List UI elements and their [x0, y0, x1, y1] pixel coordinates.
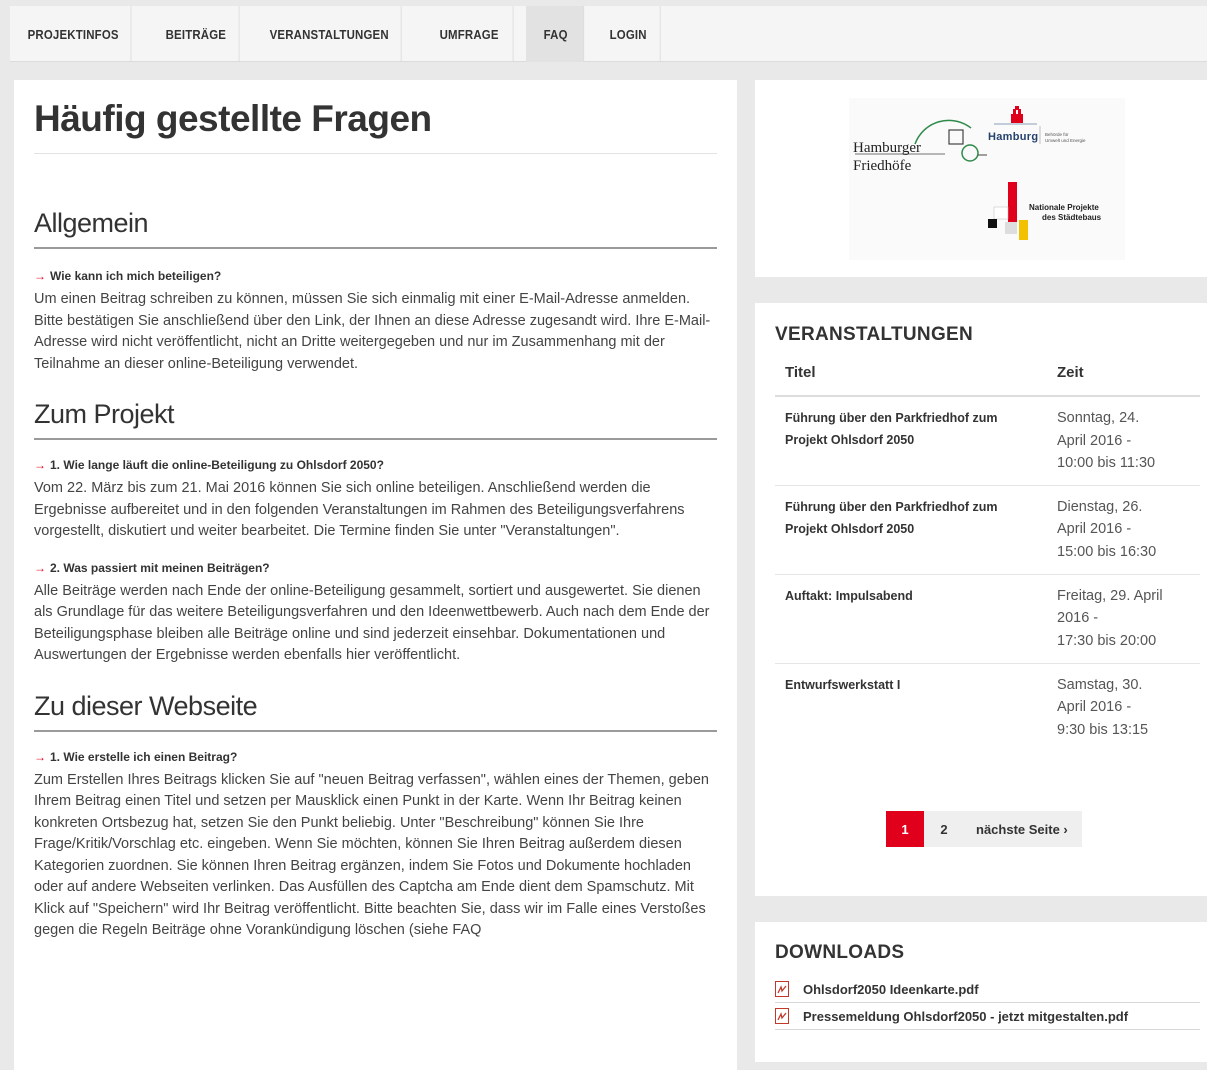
event-time: Dienstag, 26. April 2016 -15:00 bis 16:30 — [1047, 485, 1200, 575]
arrow-right-icon: → — [34, 560, 46, 575]
partner-logos: Hamburger Friedhöfe Hamburg Behörde für … — [849, 98, 1125, 260]
nationale-text-line1: Nationale Projekte — [1029, 203, 1099, 212]
events-box: VERANSTALTUNGEN Titel Zeit Führung über … — [755, 303, 1207, 896]
event-time: Samstag, 30. April 2016 -9:30 bis 13:15 — [1057, 676, 1149, 738]
friedhoefe-text-line2: Friedhöfe — [853, 158, 912, 174]
nationale-projekte-logo — [988, 182, 1028, 240]
table-row: Führung über den Parkfriedhof zum Projek… — [775, 396, 1200, 486]
faq-item: → 1. Wie erstelle ich einen Beitrag? Zum … — [34, 750, 717, 942]
faq-item: → Wie kann ich mich beteiligen? Um einen … — [34, 269, 717, 375]
section-heading-zu-dieser-webseite: Zu dieser Webseite — [34, 691, 717, 732]
event-title-link[interactable]: Auftakt: Impulsabend — [775, 574, 1047, 664]
page-title: Häufig gestellte Fragen — [34, 80, 717, 154]
pagination-next[interactable]: nächste Seite › — [964, 811, 1082, 847]
partner-logos-box: Hamburger Friedhöfe Hamburg Behörde für … — [755, 80, 1207, 277]
pdf-icon — [775, 1008, 789, 1024]
pagination: 1 2 nächste Seite › — [886, 811, 1082, 847]
table-header-row: Titel Zeit — [775, 364, 1200, 397]
faq-item: → 1. Wie lange läuft die online-Beteiligu… — [34, 458, 717, 543]
event-title-link[interactable]: Entwurfswerkstatt I — [775, 663, 1047, 752]
event-time: Freitag, 29. April 2016 -17:30 bis 20:00 — [1047, 574, 1200, 664]
event-title-link[interactable]: Führung über den Parkfriedhof zum Projek… — [775, 485, 1047, 575]
hamburg-text: Hamburg — [988, 131, 1039, 143]
nav-login[interactable]: LOGIN — [592, 6, 661, 62]
downloads-title: DOWNLOADS — [775, 942, 905, 963]
hamburger-friedhoefe-logo — [855, 106, 1041, 240]
question-title[interactable]: → Wie kann ich mich beteiligen? — [34, 269, 717, 283]
arrow-right-icon: → — [34, 458, 46, 472]
answer-text: Um einen Beitrag schreiben zu können, mü… — [34, 291, 711, 372]
table-row: Führung über den Parkfriedhof zum Projek… — [775, 485, 1200, 575]
event-title-link[interactable]: Führung über den Parkfriedhof zum Projek… — [775, 396, 1047, 486]
faq-content: Häufig gestellte Fragen Allgemein → Wie k… — [14, 80, 737, 1070]
arrow-right-icon: → — [34, 749, 46, 764]
behoerde-text-line1: Behörde für — [1045, 132, 1069, 137]
events-title: VERANSTALTUNGEN — [775, 324, 974, 345]
friedhoefe-text-line1: Hamburger — [853, 140, 922, 156]
table-row: Auftakt: Impulsabend Freitag, 29. April 2… — [775, 574, 1200, 664]
pdf-icon — [775, 981, 789, 997]
main-navigation: PROJEKTINFOS BEITRÄGE VERANSTALTUNGEN UM… — [10, 6, 1207, 62]
download-item[interactable]: Pressemeldung Ohlsdorf2050 - jetzt mitge… — [775, 1003, 1200, 1030]
answer-text: Vom 22. März bis zum 21. Mai 2016 können… — [34, 480, 685, 539]
answer-text: Zum Erstellen Ihres Beitrags klicken Sie… — [34, 771, 709, 939]
question-title[interactable]: → 2. Was passiert mit meinen Beiträgen? — [34, 561, 717, 575]
nav-beitraege[interactable]: BEITRÄGE — [148, 6, 240, 62]
nav-faq[interactable]: FAQ — [526, 6, 585, 62]
nav-veranstaltungen[interactable]: VERANSTALTUNGEN — [252, 6, 402, 62]
event-time: Sonntag, 24. April 2016 -10:00 bis 11:30 — [1047, 396, 1200, 486]
nav-projektinfos[interactable]: PROJEKTINFOS — [10, 6, 132, 62]
column-header-time[interactable]: Zeit — [1047, 364, 1200, 397]
arrow-right-icon: → — [34, 269, 46, 283]
section-heading-zum-projekt: Zum Projekt — [34, 399, 717, 440]
section-heading-allgemein: Allgemein — [34, 208, 717, 249]
download-link[interactable]: Ohlsdorf2050 Ideenkarte.pdf — [803, 982, 979, 997]
nav-umfrage[interactable]: UMFRAGE — [422, 6, 514, 62]
answer-text: Alle Beiträge werden nach Ende der onlin… — [34, 582, 710, 664]
download-link[interactable]: Pressemeldung Ohlsdorf2050 - jetzt mitge… — [803, 1009, 1128, 1024]
table-row: Entwurfswerkstatt I Samstag, 30. April 20… — [775, 663, 1200, 752]
pagination-page-2[interactable]: 2 — [924, 811, 964, 847]
events-table: Titel Zeit Führung über den Parkfriedhof… — [775, 364, 1200, 752]
question-title[interactable]: → 1. Wie lange läuft die online-Beteiligu… — [34, 458, 717, 472]
behoerde-text-line2: Umwelt und Energie — [1045, 138, 1086, 143]
hamburg-castle-icon — [1011, 106, 1023, 123]
question-title[interactable]: → 1. Wie erstelle ich einen Beitrag? — [34, 750, 717, 764]
pagination-page-1[interactable]: 1 — [886, 811, 924, 847]
downloads-box: DOWNLOADS Ohlsdorf2050 Ideenkarte.pdf Pr… — [755, 922, 1207, 1062]
nationale-text-line2: des Städtebaus — [1042, 213, 1102, 222]
column-header-title[interactable]: Titel — [775, 364, 1047, 397]
faq-item: → 2. Was passiert mit meinen Beiträgen? A… — [34, 561, 717, 667]
download-item[interactable]: Ohlsdorf2050 Ideenkarte.pdf — [775, 976, 1200, 1003]
